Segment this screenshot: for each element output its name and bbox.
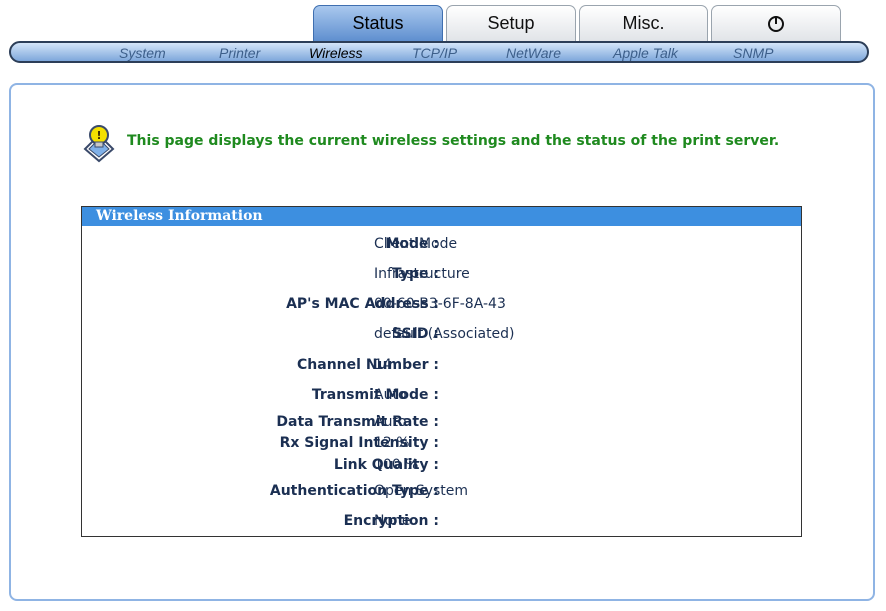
table-row: Data Transmit Rate : Auto (82, 413, 801, 431)
data-transmit-rate-label: Data Transmit Rate : (276, 414, 439, 430)
type-value: Infrastructure (374, 266, 470, 282)
rx-signal-intensity-value: 12 % (374, 435, 410, 451)
power-icon (768, 16, 784, 32)
tab-status[interactable]: Status (313, 5, 443, 41)
subnav-item-snmp[interactable]: SNMP (733, 44, 773, 62)
tab-misc-label: Misc. (622, 13, 665, 33)
main-tab-bar: Status Setup Misc. (0, 0, 886, 44)
encryption-value: None (374, 513, 411, 529)
ssid-value: default (Associated) (374, 326, 515, 342)
ap-mac-value: 00-60-B3-6F-8A-43 (374, 296, 506, 312)
tab-power[interactable] (711, 5, 841, 41)
subnav-item-printer[interactable]: Printer (219, 44, 260, 62)
subnav-item-tcpip[interactable]: TCP/IP (412, 44, 457, 62)
lightbulb-info-icon: ! (83, 125, 115, 163)
subnav-item-wireless[interactable]: Wireless (309, 44, 363, 62)
authentication-type-value: Open System (374, 483, 469, 499)
table-row: AP's MAC Address : 00-60-B3-6F-8A-43 (82, 295, 801, 313)
tab-setup-label: Setup (487, 13, 535, 33)
svg-text:!: ! (96, 129, 101, 142)
table-row: SSID : default (Associated) (82, 325, 801, 343)
sub-nav-bar: System Printer Wireless TCP/IP NetWare A… (9, 41, 869, 63)
transmit-mode-value: Auto (374, 387, 407, 403)
wireless-info-header: Wireless Information (82, 207, 801, 226)
mode-value: Client Mode (374, 236, 458, 252)
subnav-item-apple-talk[interactable]: Apple Talk (613, 44, 678, 62)
tab-setup[interactable]: Setup (446, 5, 576, 41)
channel-number-label: Channel Number : (297, 357, 439, 373)
tab-misc[interactable]: Misc. (579, 5, 708, 41)
table-row: Channel Number : 14 (82, 356, 801, 374)
subnav-item-system[interactable]: System (119, 44, 166, 62)
intro-text: This page displays the current wireless … (127, 133, 780, 149)
subnav-item-netware[interactable]: NetWare (506, 44, 561, 62)
table-row: Encryption : None (82, 512, 801, 530)
table-row: Rx Signal Intensity : 12 % (82, 434, 801, 452)
table-row: Transmit Mode : Auto (82, 386, 801, 404)
link-quality-value: 100 % (374, 457, 419, 473)
wireless-info-table: Wireless Information Mode : Client Mode … (81, 206, 802, 537)
data-transmit-rate-value: Auto (374, 414, 407, 430)
channel-number-value: 14 (374, 357, 392, 373)
rx-signal-intensity-label: Rx Signal Intensity : (279, 435, 439, 451)
table-row: Link Quality : 100 % (82, 456, 801, 474)
table-row: Type : Infrastructure (82, 265, 801, 283)
table-row: Authentication Type : Open System (82, 482, 801, 500)
table-row: Mode : Client Mode (82, 235, 801, 253)
tab-status-label: Status (352, 13, 404, 33)
